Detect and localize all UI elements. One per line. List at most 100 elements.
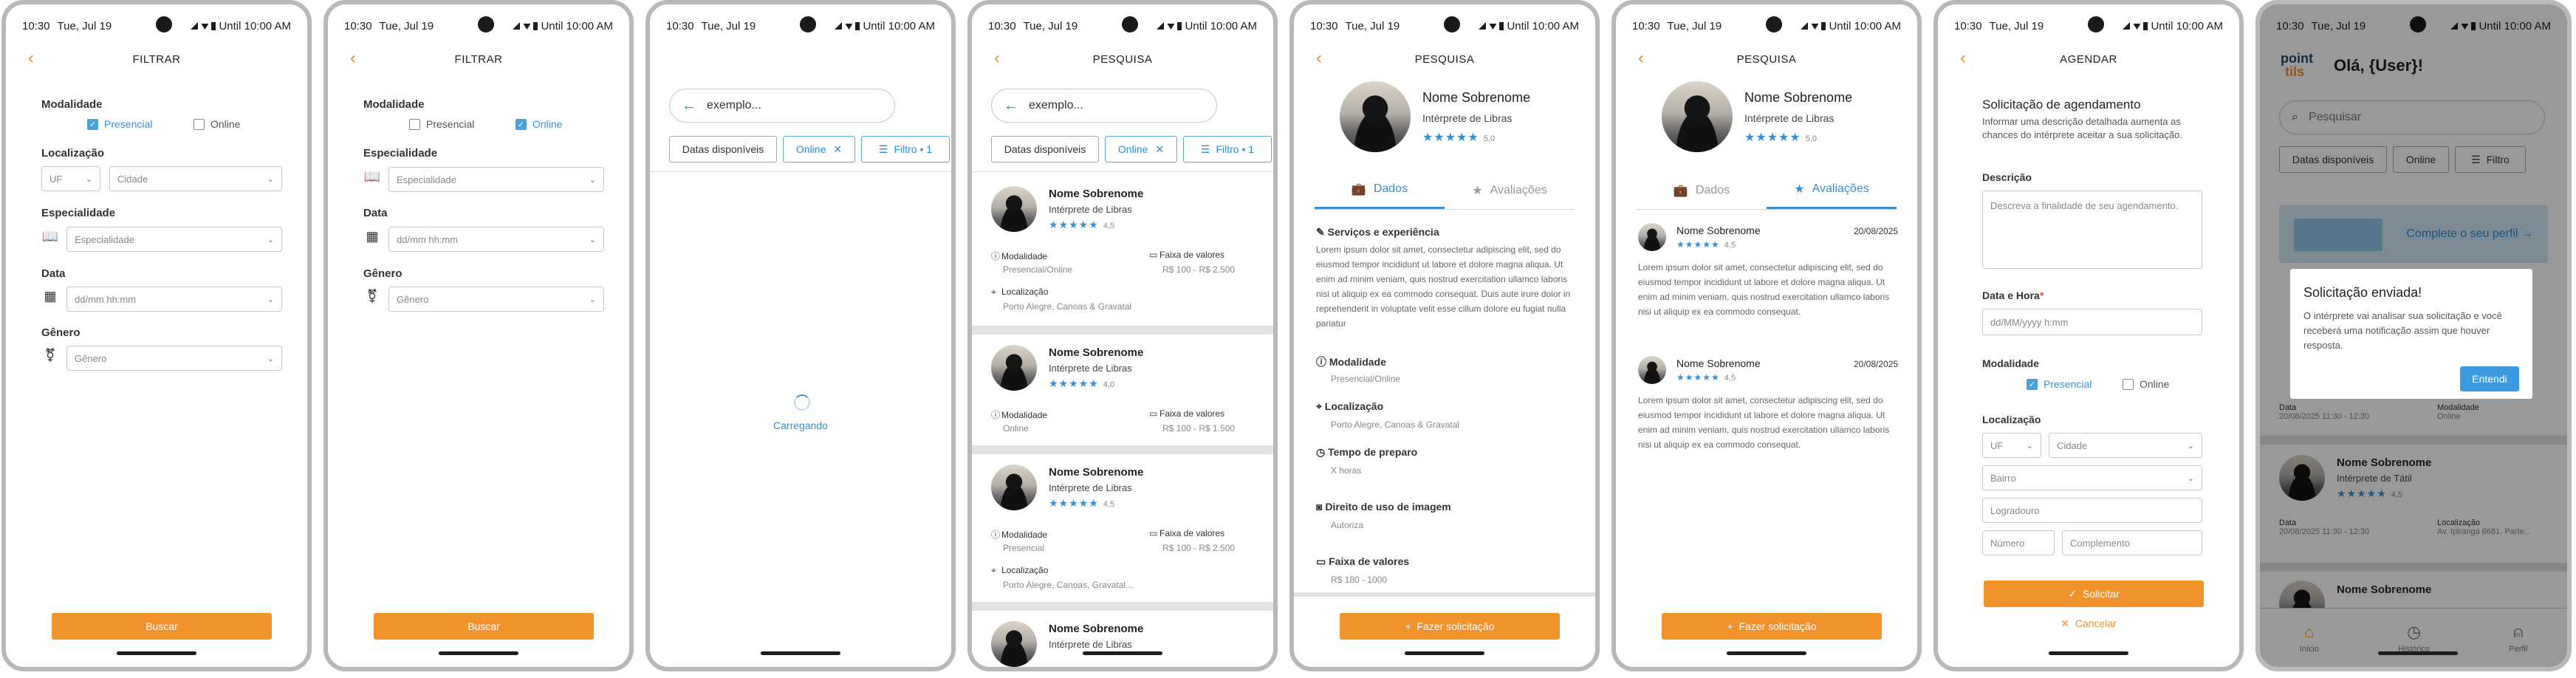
genero-select[interactable]: Gênero ⌄ (388, 287, 604, 312)
descricao-textarea[interactable]: Descreva a finalidade de seu agendamento… (1982, 191, 2202, 269)
info-icon: ⓘ (1316, 356, 1329, 368)
result-card[interactable]: Nome Sobrenome Intérprete de Libras ★★★★… (972, 182, 1273, 326)
check-icon: ✓ (2027, 378, 2038, 390)
money-icon: ▭ (1149, 250, 1158, 260)
solicitar-button[interactable]: ✓ Solicitar (1984, 581, 2204, 607)
tab-dados[interactable]: 💼 Dados (1637, 171, 1767, 209)
screen-filter-online: 10:30 Tue, Jul 19 Until 10:00 AM ‹ FILTRAR… (323, 0, 634, 671)
chip-online[interactable]: Online ✕ (1105, 136, 1177, 162)
battery-icon (211, 21, 216, 30)
entendi-button[interactable]: Entendi (2460, 366, 2519, 391)
search-input[interactable]: ← exemplo... (991, 89, 1217, 123)
arrow-left-icon[interactable]: ← (682, 97, 696, 114)
page-title: PESQUISA (1092, 52, 1153, 66)
money-icon: ▭ (1149, 528, 1158, 538)
fazer-solicitacao-button[interactable]: + Fazer solicitação (1340, 613, 1560, 640)
datahora-input[interactable]: dd/MM/yyyy h:mm (1982, 309, 2202, 335)
online-checkbox[interactable]: Online (193, 118, 240, 130)
complemento-input[interactable]: Complemento (2062, 530, 2202, 555)
tab-avaliacoes[interactable]: ★ Avaliações (1445, 171, 1575, 209)
online-checkbox[interactable]: Online (2123, 378, 2169, 390)
chip-online[interactable]: Online ✕ (783, 136, 855, 162)
battery-icon (533, 21, 538, 30)
genero-select[interactable]: Gênero ⌄ (66, 346, 282, 371)
data-select[interactable]: dd/mm hh:mm ⌄ (66, 287, 282, 312)
home-indicator (1083, 651, 1162, 655)
battery-icon (1821, 21, 1826, 30)
rating-value: 4,5 (1724, 374, 1736, 383)
avatar (991, 465, 1037, 510)
calendar-icon: ▦ (44, 289, 57, 304)
localizacao-text: Localização (1001, 287, 1049, 297)
close-icon[interactable]: ✕ (833, 143, 842, 156)
genero-label: Gênero (41, 326, 80, 339)
success-dialog: Solicitação enviada! O intérprete vai an… (2290, 269, 2532, 399)
chip-online-label: Online (1117, 143, 1148, 155)
result-card[interactable]: Nome Sobrenome Intérprete de Libras ★★★★… (972, 335, 1273, 445)
buscar-button[interactable]: Buscar (374, 613, 594, 640)
presencial-checkbox[interactable]: ✓ Presencial (2027, 378, 2092, 390)
uf-select[interactable]: UF ⌄ (41, 166, 100, 191)
servicos-text: Serviços e experiência (1327, 226, 1439, 238)
buscar-button[interactable]: Buscar (52, 613, 272, 640)
datahora-text: Data e Hora (1982, 290, 2040, 301)
chevron-down-icon: ⌄ (589, 175, 596, 185)
close-icon[interactable]: ✕ (1155, 143, 1164, 156)
camera-cutout (1444, 16, 1460, 32)
chip-filtro[interactable]: ☰ Filtro • 1 (1183, 136, 1272, 162)
battery-text: Until 10:00 AM (219, 19, 291, 32)
chip-datas-disponiveis[interactable]: Datas disponíveis (991, 136, 1099, 162)
home-indicator (2378, 651, 2458, 655)
edit-icon: ✎ (1316, 226, 1328, 238)
battery-text: Until 10:00 AM (541, 19, 613, 32)
especialidade-select[interactable]: Especialidade ⌄ (66, 227, 282, 252)
online-checkbox[interactable]: ✓ Online (515, 118, 562, 130)
chip-datas-disponiveis[interactable]: Datas disponíveis (669, 136, 777, 162)
search-input[interactable]: ← exemplo... (669, 89, 895, 123)
faixa-text: Faixa de valores (1329, 555, 1410, 567)
reviewer-name: Nome Sobrenome (1676, 225, 1761, 236)
rating-value: 5,0 (1483, 134, 1496, 143)
rating-stars: ★★★★★ 4,5 (1676, 372, 1736, 383)
cidade-select[interactable]: Cidade ⌄ (109, 166, 282, 191)
chip-filtro[interactable]: ☰ Filtro • 1 (861, 136, 950, 162)
result-role: Intérprete de Libras (1049, 204, 1132, 215)
loading-text: Carregando (773, 420, 828, 431)
rating-stars: ★★★★★ 4,5 (1049, 497, 1115, 509)
data-select[interactable]: dd/mm hh:mm ⌄ (388, 227, 604, 252)
wifi-icon (845, 24, 853, 30)
result-card[interactable]: Nome Sobrenome Intérprete de Libras (972, 611, 1273, 667)
gender-icon: ⚧ (44, 348, 56, 363)
avatar (991, 186, 1037, 232)
plus-icon: + (1727, 620, 1739, 632)
page-title: PESQUISA (1736, 52, 1797, 66)
logradouro-input[interactable]: Logradouro (1982, 498, 2202, 523)
fazer-solicitacao-label: Fazer solicitação (1739, 620, 1817, 632)
especialidade-select[interactable]: Especialidade ⌄ (388, 167, 604, 192)
spinner-icon (794, 394, 810, 411)
chevron-down-icon: ⌄ (85, 174, 92, 184)
profile-tabs: 💼 Dados ★ Avaliações (1315, 171, 1575, 210)
clock-icon: ◷ (1316, 446, 1329, 458)
cidade-select[interactable]: Cidade ⌄ (2049, 433, 2202, 458)
tab-dados[interactable]: 💼 Dados (1315, 171, 1445, 209)
localizacao-label: Localização (1982, 414, 2041, 425)
tab-avaliacoes[interactable]: ★ Avaliações (1767, 171, 1897, 209)
arrow-left-icon[interactable]: ← (1004, 97, 1018, 114)
fazer-solicitacao-button[interactable]: + Fazer solicitação (1662, 613, 1882, 640)
rating-value: 4,5 (1103, 500, 1115, 509)
home-indicator (1727, 651, 1806, 655)
presencial-label: Presencial (426, 118, 475, 130)
presencial-checkbox[interactable]: Presencial (409, 118, 474, 130)
cancelar-button[interactable]: ✕ Cancelar (1938, 617, 2239, 630)
screen-profile-dados: 10:30 Tue, Jul 19 Until 10:00 AM ‹ PESQUIS… (1289, 0, 1600, 671)
numero-input[interactable]: Número (1982, 530, 2055, 555)
wifi-icon (201, 24, 209, 30)
result-card[interactable]: Nome Sobrenome Intérprete de Libras ★★★★… (972, 454, 1273, 602)
presencial-checkbox[interactable]: ✓ Presencial (87, 118, 152, 130)
uf-select[interactable]: UF ⌄ (1982, 433, 2041, 458)
rating-stars: ★★★★★ 5,0 (1422, 131, 1496, 144)
profile-tabs: 💼 Dados ★ Avaliações (1637, 171, 1897, 210)
bairro-select[interactable]: Bairro ⌄ (1982, 465, 2202, 490)
chevron-down-icon: ⌄ (267, 174, 274, 184)
